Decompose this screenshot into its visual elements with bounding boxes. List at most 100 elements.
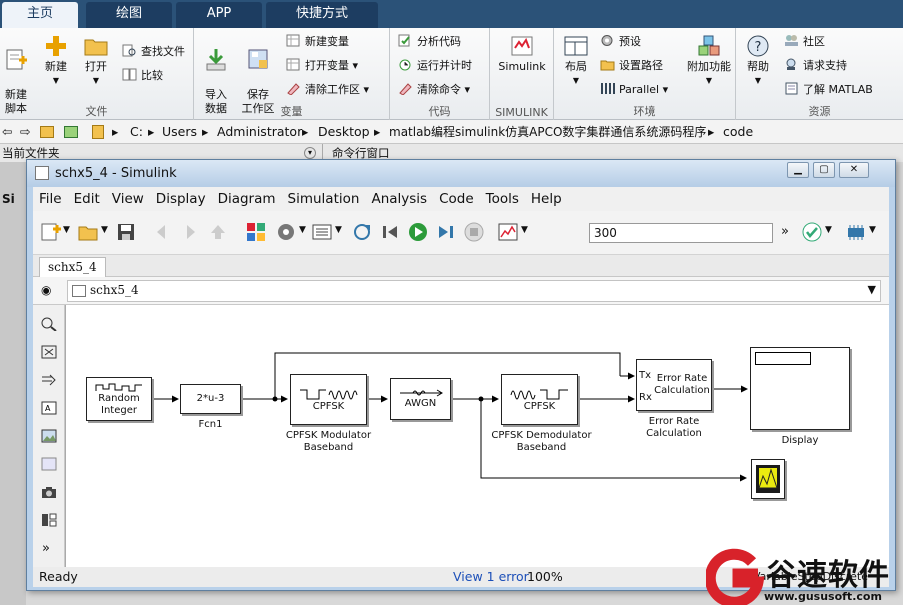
zoom-icon[interactable]	[41, 317, 57, 331]
new-button[interactable]: 新建 ▼	[34, 32, 78, 88]
area-icon[interactable]	[41, 457, 57, 471]
menu-view[interactable]: View	[106, 187, 150, 211]
cpfsk-demodulator-block[interactable]: CPFSK	[501, 374, 578, 425]
request-support-button[interactable]: 请求支持	[784, 56, 847, 76]
simulink-button[interactable]: Simulink	[498, 32, 546, 74]
menu-diagram[interactable]: Diagram	[212, 187, 282, 211]
step-back-icon[interactable]	[379, 221, 401, 243]
random-integer-block[interactable]: Random Integer	[86, 377, 152, 421]
layout-button[interactable]: 布局 ▼	[554, 32, 598, 88]
cpfsk-modulator-block[interactable]: CPFSK	[290, 374, 367, 425]
back-icon[interactable]	[151, 221, 173, 243]
chevron-down-icon[interactable]: ▼	[521, 225, 528, 235]
analyze-code-button[interactable]: 分析代码	[398, 32, 461, 52]
hide-explorer-icon[interactable]: ◉	[41, 283, 51, 297]
clear-commands-button[interactable]: 清除命令 ▾	[398, 80, 470, 100]
community-button[interactable]: 社区	[784, 32, 825, 52]
run-and-time-button[interactable]: 运行并计时	[398, 56, 472, 76]
maximize-button[interactable]: ▢	[813, 162, 835, 178]
menu-edit[interactable]: Edit	[68, 187, 106, 211]
update-diagram-icon[interactable]	[351, 221, 373, 243]
scope-block[interactable]	[751, 459, 785, 499]
new-variable-button[interactable]: 新建变量	[286, 32, 349, 52]
fit-to-view-icon[interactable]	[41, 345, 57, 359]
left-pane-strip: Si	[0, 162, 26, 605]
addons-button[interactable]: 附加功能 ▼	[682, 32, 736, 88]
forward-arrow-icon[interactable]: ⇨	[20, 120, 30, 144]
close-button[interactable]: ✕	[839, 162, 869, 178]
chevron-down-icon[interactable]: ▼	[825, 225, 832, 235]
model-config-gear-icon[interactable]	[275, 221, 297, 243]
menu-help[interactable]: Help	[525, 187, 568, 211]
display-block[interactable]	[750, 347, 850, 430]
chevron-down-icon[interactable]: ▼	[63, 225, 70, 235]
pane-menu-icon[interactable]: ▾	[304, 147, 316, 159]
breadcrumb-model[interactable]: schx5_4	[90, 283, 139, 297]
path-segment[interactable]: Users	[162, 120, 197, 144]
menu-code[interactable]: Code	[433, 187, 480, 211]
hardware-board-icon[interactable]	[845, 221, 867, 243]
error-rate-block[interactable]: Tx Rx Error Rate Calculation	[636, 359, 712, 411]
tab-shortcuts[interactable]: 快捷方式	[266, 2, 378, 28]
path-segment[interactable]: C:	[130, 120, 143, 144]
annotation-icon[interactable]: A	[41, 401, 57, 415]
path-segment[interactable]: code	[723, 120, 753, 144]
open-button[interactable]: 打开 ▼	[74, 32, 118, 88]
model-explorer-icon[interactable]	[311, 221, 333, 243]
breadcrumb-dropdown-icon[interactable]: ▼	[868, 283, 876, 296]
browse-folder-icon[interactable]	[64, 126, 78, 138]
camera-icon[interactable]	[41, 485, 57, 499]
back-arrow-icon[interactable]: ⇦	[2, 120, 12, 144]
step-forward-icon[interactable]	[435, 221, 457, 243]
view-errors-link[interactable]: View 1 error	[453, 567, 529, 587]
arrow-right-icon[interactable]	[41, 373, 57, 387]
chevron-down-icon[interactable]: ▼	[869, 225, 876, 235]
up-folder-icon[interactable]	[40, 126, 54, 138]
tab-apps[interactable]: APP	[176, 2, 262, 28]
tab-home[interactable]: 主页	[2, 2, 78, 28]
run-icon[interactable]	[407, 221, 429, 243]
set-path-button[interactable]: 设置路径	[600, 56, 663, 76]
expand-palette-icon[interactable]: »	[42, 541, 50, 556]
help-button[interactable]: ? 帮助 ▼	[736, 32, 780, 88]
menu-tools[interactable]: Tools	[480, 187, 525, 211]
learn-icon	[785, 82, 798, 95]
path-segment[interactable]: Desktop	[318, 120, 370, 144]
find-files-button[interactable]: 查找文件	[122, 42, 185, 62]
minimize-button[interactable]: ▁	[787, 162, 809, 178]
clear-commands-icon	[399, 83, 412, 95]
stop-icon[interactable]	[463, 221, 485, 243]
tab-model[interactable]: schx5_4	[39, 257, 106, 277]
menu-simulation[interactable]: Simulation	[282, 187, 366, 211]
property-inspector-icon[interactable]	[41, 513, 57, 527]
new-model-icon[interactable]	[39, 221, 61, 243]
window-title: schx5_4 - Simulink	[55, 166, 177, 181]
open-model-icon[interactable]	[77, 221, 99, 243]
menu-file[interactable]: File	[33, 187, 68, 211]
forward-icon[interactable]	[179, 221, 201, 243]
path-segment[interactable]: Administrator	[217, 120, 302, 144]
chevron-down-icon[interactable]: ▼	[299, 225, 306, 235]
up-to-parent-icon[interactable]	[207, 221, 229, 243]
compare-button[interactable]: 比较	[122, 66, 163, 86]
menu-display[interactable]: Display	[150, 187, 212, 211]
fcn-block[interactable]: 2*u-3	[180, 384, 241, 414]
library-browser-icon[interactable]	[245, 221, 267, 243]
tab-plots[interactable]: 绘图	[86, 2, 172, 28]
image-icon[interactable]	[41, 429, 57, 443]
parallel-button[interactable]: Parallel ▾	[600, 80, 668, 100]
path-segment[interactable]: matlab编程simulink仿真APCO数字集群通信系统源码程序	[389, 120, 706, 144]
model-advisor-check-icon[interactable]	[801, 221, 823, 243]
clear-workspace-button[interactable]: 清除工作区 ▾	[286, 80, 369, 100]
data-inspector-icon[interactable]	[497, 221, 519, 243]
menu-analysis[interactable]: Analysis	[365, 187, 433, 211]
chevron-down-icon[interactable]: ▼	[335, 225, 342, 235]
open-variable-button[interactable]: 打开变量 ▾	[286, 56, 358, 76]
more-options-icon[interactable]: »	[781, 224, 789, 239]
stop-time-input[interactable]: 300	[589, 223, 773, 243]
save-icon[interactable]	[115, 221, 137, 243]
learn-matlab-button[interactable]: 了解 MATLAB	[784, 80, 873, 100]
chevron-down-icon[interactable]: ▼	[101, 225, 108, 235]
preferences-button[interactable]: 预设	[600, 32, 641, 52]
awgn-block[interactable]: AWGN	[390, 378, 451, 420]
